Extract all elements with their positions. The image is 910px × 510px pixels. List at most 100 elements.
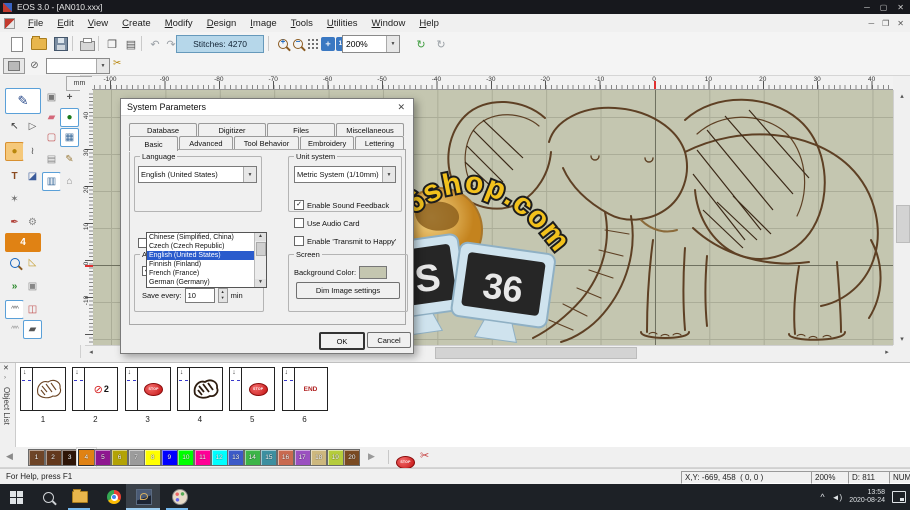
menu-tools[interactable]: Tools (284, 16, 320, 31)
tab-digitizer[interactable]: Digitizer (198, 123, 266, 136)
vertical-scrollbar[interactable]: ▴ ▾ (893, 90, 910, 345)
menu-create[interactable]: Create (115, 16, 158, 31)
object-card-box[interactable]: ↓ (176, 367, 223, 411)
tab-miscellaneous[interactable]: Miscellaneous (336, 123, 404, 136)
stop-command-icon[interactable]: STOP (396, 450, 415, 469)
pattern-stitch-tool[interactable]: ^^^ (5, 320, 24, 339)
tab-advanced[interactable]: Advanced (179, 136, 233, 149)
mdi-restore-icon[interactable]: ❐ (882, 19, 889, 28)
menu-window[interactable]: Window (365, 16, 413, 31)
zoom-level-combobox[interactable]: 200% ▼ (342, 35, 400, 53)
palette-color-1[interactable]: 1 (28, 449, 45, 466)
hscroll-thumb[interactable] (435, 347, 637, 359)
hoop-toggle[interactable]: ▢ (42, 128, 61, 147)
refresh-icon[interactable]: ↻ (412, 35, 430, 53)
taskbar-paint-icon[interactable] (172, 489, 188, 505)
tab-basic[interactable]: Basic (129, 136, 179, 151)
unit-dropdown-icon[interactable]: ▼ (382, 167, 395, 182)
redraw-icon[interactable]: ↻ (432, 35, 450, 53)
sequin-tool[interactable]: ▰ (23, 320, 42, 339)
tab-files[interactable]: Files (267, 123, 335, 136)
tab-database[interactable]: Database (129, 123, 197, 136)
eraser-tool[interactable]: ▰ (42, 108, 61, 127)
checkbox-icon[interactable]: ✓ (294, 200, 304, 210)
checkbox-icon[interactable] (294, 218, 304, 228)
menu-view[interactable]: View (81, 16, 115, 31)
checkbox-icon[interactable] (294, 236, 304, 246)
zoom-dropdown-icon[interactable]: ▼ (386, 36, 399, 52)
menu-image[interactable]: Image (243, 16, 283, 31)
trim-scissors-icon[interactable]: ✂ (420, 449, 429, 462)
thread-dropdown-icon[interactable]: ▼ (96, 59, 109, 73)
object-list-chevron-icon[interactable]: › (4, 375, 6, 381)
copy-icon[interactable]: ❐ (103, 35, 121, 53)
language-dropdown-icon[interactable]: ▼ (243, 167, 256, 182)
object-card-end[interactable]: ↓ END 6 (281, 367, 328, 424)
background-color-swatch[interactable] (359, 266, 388, 279)
lettering-tool[interactable]: T (5, 167, 24, 186)
object-card-design[interactable]: ↓ 1 (20, 367, 66, 424)
image-show-toggle[interactable]: ▤ (42, 150, 61, 169)
open-button[interactable] (30, 35, 48, 53)
node-edit-tool[interactable]: ▷ (23, 117, 42, 136)
palette-color-13[interactable]: 13 (227, 449, 245, 466)
use-audio-card-checkbox[interactable]: Use Audio Card (294, 218, 360, 228)
dropdown-scrollbar[interactable]: ▲ ▼ (254, 233, 266, 287)
tab-embroidery[interactable]: Embroidery (300, 136, 354, 149)
object-card-stop[interactable]: ↓ STOP 5 (229, 367, 276, 424)
palette-color-17[interactable]: 17 (293, 449, 311, 466)
magic-wand-tool[interactable]: ✶ (5, 190, 24, 209)
palette-color-14[interactable]: 14 (243, 449, 261, 466)
menu-utilities[interactable]: Utilities (320, 16, 365, 31)
freehand-tool[interactable]: ● (5, 142, 24, 161)
menu-file[interactable]: File (21, 16, 50, 31)
select-pointer-tool[interactable]: ↖ (5, 117, 24, 136)
language-option[interactable]: Chinese (Simplified, China) (147, 233, 255, 242)
object-card-design-dark[interactable]: ↓ 4 (176, 367, 223, 424)
fill-swatch-button[interactable] (3, 58, 25, 74)
menu-design[interactable]: Design (200, 16, 244, 31)
lasso-tool[interactable]: ≀ (23, 142, 42, 161)
palette-color-11[interactable]: 11 (194, 449, 211, 466)
language-combobox[interactable]: English (United States) ▼ (138, 166, 257, 183)
mdi-close-icon[interactable]: ✕ (897, 19, 904, 28)
active-color-button[interactable]: 4 (5, 233, 41, 252)
menu-help[interactable]: Help (412, 16, 446, 31)
palette-color-8[interactable]: 8 (144, 449, 162, 466)
outline-shapes-tool[interactable]: ◫ (23, 300, 42, 319)
print-button[interactable] (78, 35, 96, 53)
language-dropdown-list[interactable]: Chinese (Simplified, China) Czech (Czech … (146, 232, 267, 288)
object-card-box[interactable]: ↓ (20, 367, 66, 411)
palette-color-4[interactable]: 4 (76, 448, 96, 467)
object-list-close-icon[interactable]: ✕ (3, 364, 9, 372)
new-document-button[interactable] (8, 35, 26, 53)
dropdown-scroll-down-icon[interactable]: ▼ (255, 279, 266, 287)
enable-sound-feedback-checkbox[interactable]: ✓ Enable Sound Feedback (294, 200, 389, 210)
paste-icon[interactable]: ▤ (122, 35, 140, 53)
minimize-icon[interactable]: ─ (864, 3, 870, 12)
object-card-box[interactable]: ↓ STOP (229, 367, 276, 411)
dialog-title-bar[interactable]: System Parameters ✕ (121, 99, 413, 116)
palette-color-6[interactable]: 6 (111, 449, 128, 466)
palette-color-20[interactable]: 20 (343, 449, 361, 466)
menu-modify[interactable]: Modify (158, 16, 200, 31)
maximize-icon[interactable]: ▢ (880, 3, 888, 12)
thread-scissors-icon[interactable]: ✂ (113, 58, 121, 69)
palette-color-10[interactable]: 10 (177, 449, 195, 466)
cancel-button[interactable]: Cancel (367, 332, 411, 348)
language-option[interactable]: English (United States) (147, 251, 255, 260)
menu-edit[interactable]: Edit (50, 16, 80, 31)
zoom-tool[interactable] (5, 253, 24, 272)
stitch-sequence-tool[interactable]: » (5, 277, 24, 296)
palette-color-2[interactable]: 2 (44, 449, 62, 466)
save-every-spinner[interactable]: ▲ ▼ (217, 288, 228, 303)
vscroll-thumb[interactable] (896, 205, 910, 243)
taskbar-eos-icon[interactable] (136, 489, 152, 505)
settings-gears-icon[interactable]: ⚙ (23, 213, 42, 232)
dialog-close-icon[interactable]: ✕ (391, 102, 413, 113)
digitize-pen-tool[interactable]: ✎ (5, 88, 41, 114)
palette-color-12[interactable]: 12 (210, 449, 228, 466)
palette-color-19[interactable]: 19 (326, 449, 344, 466)
scroll-left-icon[interactable]: ◂ (86, 346, 96, 358)
palette-color-3[interactable]: 3 (61, 449, 79, 466)
